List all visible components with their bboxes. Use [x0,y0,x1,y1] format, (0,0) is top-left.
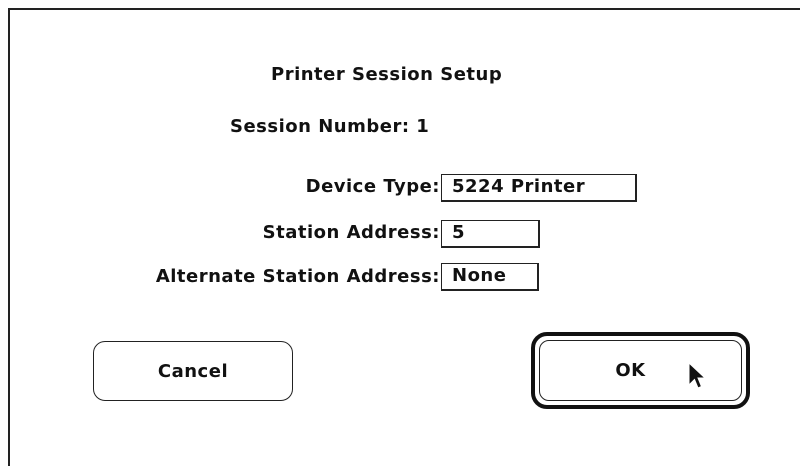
device-type-field[interactable]: 5224 Printer [441,174,637,202]
cancel-button[interactable]: Cancel [93,341,293,401]
cancel-button-label: Cancel [157,360,229,382]
ok-button[interactable]: OK [539,340,742,401]
alternate-station-address-label: Alternate Station Address: [155,266,440,287]
session-number-label: Session Number: 1 [230,116,430,137]
ok-button-label: OK [615,360,646,381]
dialog-title: Printer Session Setup [271,64,503,85]
station-address-label: Station Address: [262,222,440,243]
arrow-cursor-icon [688,362,707,389]
device-type-label: Device Type: [305,176,440,197]
alternate-station-address-field[interactable]: None [441,263,539,291]
station-address-field[interactable]: 5 [441,220,540,248]
